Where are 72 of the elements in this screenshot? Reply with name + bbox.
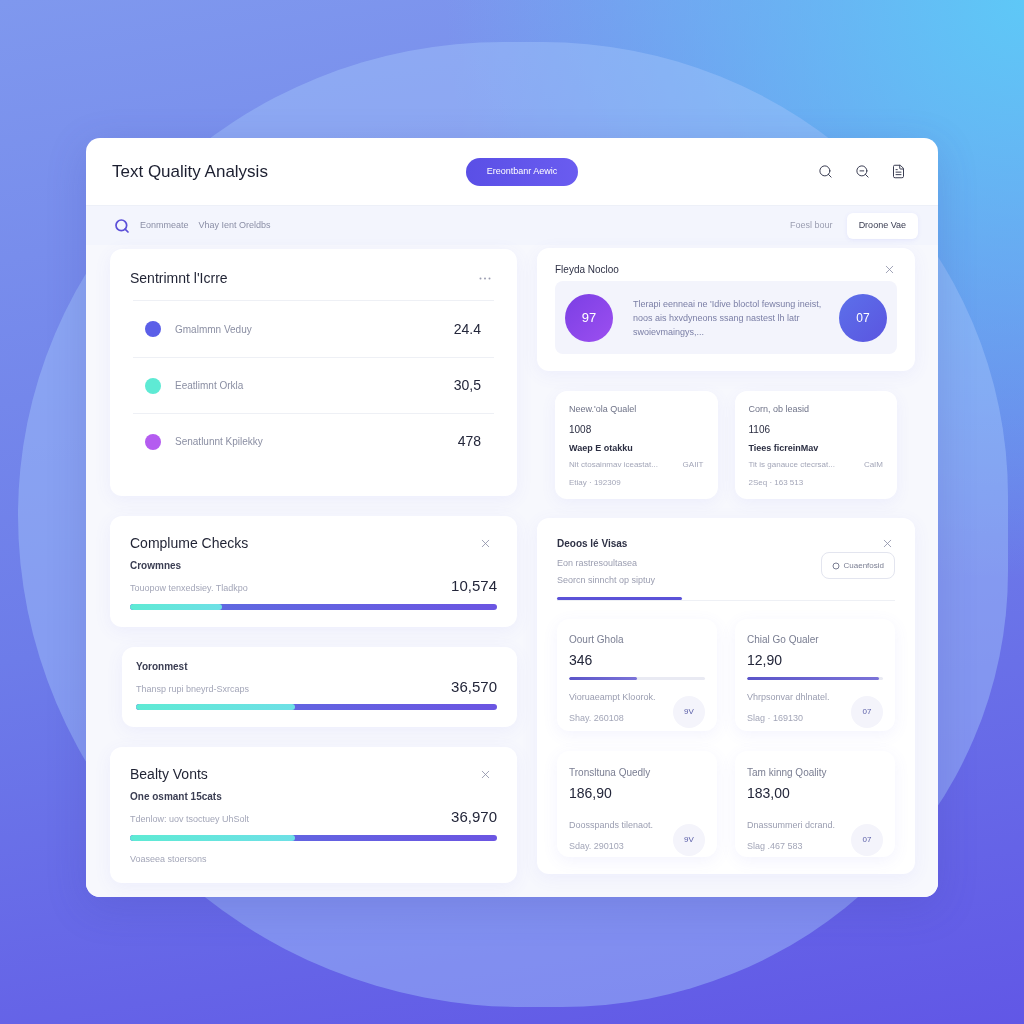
card-title: Fleyda Nocloo bbox=[555, 262, 619, 277]
stat-label: Neew.'ola Qualel bbox=[569, 403, 637, 416]
details-line: Eon rastresoultasea bbox=[557, 557, 638, 570]
zoom-out-icon bbox=[854, 164, 870, 179]
card-title: Deoos lé Visas bbox=[557, 536, 628, 551]
stat-value: 1008 bbox=[569, 422, 592, 437]
document-icon bbox=[890, 164, 906, 179]
window-title: Text Quality Analysis bbox=[112, 160, 268, 183]
toolbar-link[interactable]: Foesl bour bbox=[790, 218, 833, 233]
stat-description: Nit ctosainmav iceastat... bbox=[569, 459, 658, 471]
metric-badge: 07 bbox=[851, 824, 883, 856]
metric-badge: 9V bbox=[673, 824, 705, 856]
search-icon bbox=[817, 164, 833, 179]
metric-label: Senatlunnt Kpilekky bbox=[175, 435, 263, 449]
metric-badge: 9V bbox=[673, 696, 705, 728]
ring-icon bbox=[831, 561, 840, 570]
metric-value: 186,90 bbox=[569, 784, 612, 803]
card-title: Sentrimnt l'Icrre bbox=[130, 268, 228, 288]
item-value: 36,970 bbox=[451, 807, 497, 827]
item-description: Thansp rupi bneyrd-Sxrcaps bbox=[136, 682, 250, 696]
stat-footer: Etiay · 192309 bbox=[569, 477, 621, 489]
card-title: Complume Checks bbox=[130, 533, 249, 553]
metric-label: Oourt Ghola bbox=[569, 633, 624, 647]
stat-footer: 2Seq · 163 513 bbox=[748, 477, 804, 489]
item-value: 10,574 bbox=[451, 576, 497, 596]
item-description: Touopow tenxedsiey. Tladkpo bbox=[130, 582, 248, 595]
details-line: Seorcn sinncht op siptuy bbox=[557, 573, 656, 587]
notice-text: Tlerapi eenneai ne 'Idive bloctol fewsung ineist, noos ais hxvdyneons ssang nastest lh latr swoievmaingys,... bbox=[633, 297, 823, 339]
stat-value: 1106 bbox=[748, 422, 770, 437]
metric-footer: Shay. 260108 bbox=[569, 712, 624, 726]
breadcrumb-link[interactable]: Vhay Ient Oreldbs bbox=[198, 218, 271, 233]
filter-button[interactable]: Cuaenfosid bbox=[820, 552, 895, 579]
stat-heading: Waep E otakku bbox=[569, 441, 633, 455]
metric-description: Vhrpsonvar dhlnatel. bbox=[747, 690, 830, 704]
metric-value: 24.4 bbox=[453, 319, 481, 339]
metric-label: Gmalmmn Veduy bbox=[175, 322, 252, 337]
metric-description: Doosspands tilenaot. bbox=[569, 818, 654, 832]
item-subtitle: One osmant 15cats bbox=[130, 790, 222, 804]
metric-label: Tam kinng Qoality bbox=[747, 766, 827, 780]
metric-description: Vioruaeampt Kloorok. bbox=[569, 690, 656, 704]
breadcrumb-link[interactable]: Eonmmeate bbox=[140, 218, 189, 233]
search-icon bbox=[114, 217, 130, 234]
metric-value: 12,90 bbox=[747, 651, 783, 670]
item-value: 36,570 bbox=[451, 676, 497, 697]
metric-description: Dnassummeri dcrand. bbox=[747, 818, 836, 832]
more-icon[interactable] bbox=[479, 276, 491, 280]
item-subtitle: Crowmnes bbox=[130, 559, 182, 573]
stat-tag: GAIIT bbox=[682, 459, 704, 471]
metric-value: 346 bbox=[569, 651, 593, 670]
metric-footer: Slag .467 583 bbox=[747, 840, 803, 854]
document-button[interactable] bbox=[890, 163, 906, 180]
stat-heading: Tiees ficreinMav bbox=[748, 441, 819, 455]
metric-badge: 07 bbox=[851, 696, 883, 728]
metric-label: Eeatlimnt Orkla bbox=[175, 379, 244, 393]
metric-value: 30,5 bbox=[453, 376, 481, 395]
item-note: Voaseea stoersons bbox=[130, 852, 207, 866]
metric-value: 478 bbox=[457, 432, 481, 451]
stat-description: Tit is ganauce ctecrsat... bbox=[748, 459, 835, 471]
metric-footer: Slag · 169130 bbox=[747, 712, 804, 726]
metric-value: 183,00 bbox=[747, 784, 790, 803]
action-button[interactable]: Ereontbanr Aewic bbox=[466, 157, 578, 186]
card-title: Bealty Vonts bbox=[130, 764, 208, 784]
metric-label: Tronsltuna Quedly bbox=[569, 766, 651, 780]
stat-label: Corn, ob leasid bbox=[748, 403, 810, 416]
search-button[interactable] bbox=[817, 163, 833, 180]
zoom-out-button[interactable] bbox=[854, 163, 870, 180]
toolbar-button[interactable]: Droone Vae bbox=[846, 212, 918, 239]
item-description: Tdenlow: uov tsoctuey UhSolt bbox=[130, 813, 250, 826]
metric-label: Chial Go Qualer bbox=[747, 633, 819, 647]
metric-footer: Sday. 290103 bbox=[569, 840, 624, 854]
stat-tag: CaIM bbox=[863, 459, 883, 471]
item-subtitle: Yoronmest bbox=[136, 659, 188, 674]
